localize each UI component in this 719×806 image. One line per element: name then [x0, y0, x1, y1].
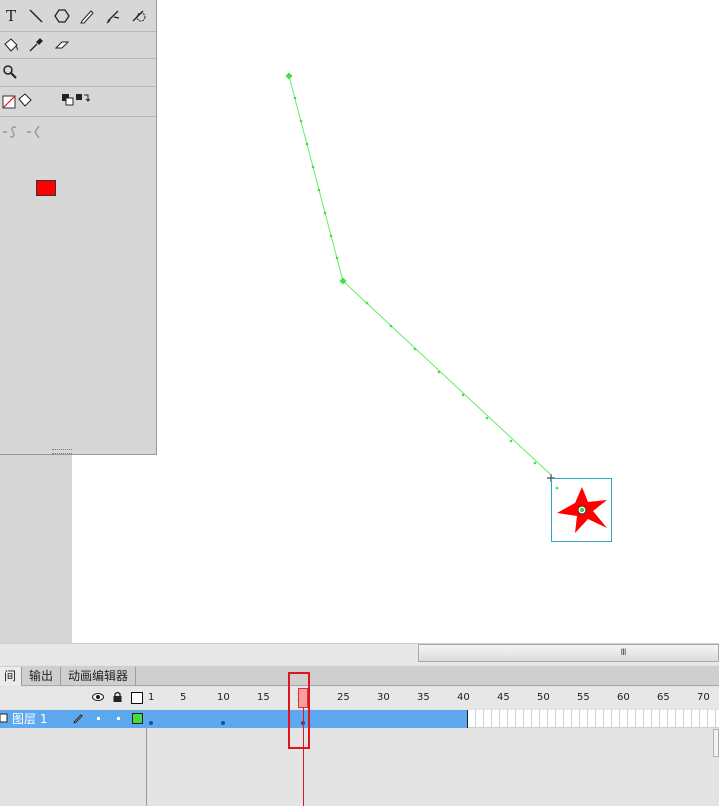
motion-path-dots [293, 96, 559, 490]
pencil-edit-icon [72, 712, 84, 727]
playhead[interactable] [298, 688, 308, 708]
frame-number: 30 [377, 692, 390, 703]
layer-list-area [0, 728, 147, 806]
tab-timeline[interactable]: 间轴 [0, 667, 22, 702]
tab-motion-editor[interactable]: 动画编辑器 [64, 667, 136, 686]
transform-point-center [579, 507, 585, 513]
frame-number: 35 [417, 692, 430, 703]
frame-number: 55 [577, 692, 590, 703]
fill-bucket-icon [15, 89, 35, 111]
eye-icon[interactable] [92, 692, 104, 705]
keyframe-marker[interactable] [221, 721, 225, 725]
lock-dot[interactable] [117, 717, 120, 720]
frame-number: 1 [148, 692, 155, 703]
eraser-tool-icon[interactable] [52, 34, 72, 56]
outline-icon[interactable] [131, 692, 143, 704]
frame-number: 10 [217, 692, 230, 703]
fill-color-swatch[interactable] [36, 180, 56, 196]
horizontal-scrollbar[interactable] [418, 644, 719, 662]
toolbox-row-colors [0, 86, 156, 196]
swap-colors-icon[interactable] [72, 89, 92, 111]
toolbox-panel: T [0, 0, 157, 455]
deco-tool-icon[interactable] [128, 5, 148, 27]
frame-number: 25 [337, 692, 350, 703]
keyframe-marker[interactable] [149, 721, 153, 725]
zoom-tool-icon[interactable] [0, 61, 20, 83]
straighten-option-icon[interactable] [24, 121, 44, 143]
frame-number: 70 [697, 692, 710, 703]
paint-bucket-tool-icon[interactable] [1, 34, 21, 56]
toolbox-row-color-tools [0, 31, 156, 59]
frames-area [148, 728, 719, 806]
line-tool-icon[interactable] [26, 5, 46, 27]
current-frame-highlight [288, 672, 310, 749]
toolbox-row-options [0, 116, 156, 146]
smooth-option-icon[interactable] [0, 121, 20, 143]
polystar-tool-icon[interactable] [52, 5, 72, 27]
path-start-point[interactable] [285, 72, 293, 80]
frame-number: 65 [657, 692, 670, 703]
empty-frames[interactable] [468, 710, 719, 728]
workspace-gutter [0, 455, 72, 643]
layer-page-icon [0, 713, 8, 723]
frame-number: 45 [497, 692, 510, 703]
tab-output[interactable]: 输出 [25, 667, 61, 686]
visibility-dot[interactable] [97, 717, 100, 720]
layer-outline-color[interactable] [132, 713, 143, 724]
toolbox-row-drawing: T [0, 0, 156, 32]
frame-number: 60 [617, 692, 630, 703]
frame-number: 15 [257, 692, 270, 703]
frame-number: 50 [537, 692, 550, 703]
brush-tool-icon[interactable] [103, 5, 123, 27]
pencil-tool-icon[interactable] [77, 5, 97, 27]
layer-name[interactable]: 图层 1 [12, 711, 47, 727]
scrollbar-thumb-grip[interactable]: III [616, 647, 630, 659]
frame-number: 40 [457, 692, 470, 703]
frame-ruler[interactable] [0, 687, 719, 709]
toolbox-resize-grip[interactable] [52, 449, 72, 454]
toolbox-row-view [0, 58, 156, 87]
text-tool-icon[interactable]: T [1, 5, 21, 27]
motion-path[interactable] [288, 75, 551, 475]
eyedropper-tool-icon[interactable] [26, 34, 46, 56]
playhead-line [303, 708, 304, 806]
lock-icon[interactable] [112, 691, 123, 706]
frame-number: 5 [180, 692, 187, 703]
vertical-scrollbar[interactable] [713, 729, 719, 757]
